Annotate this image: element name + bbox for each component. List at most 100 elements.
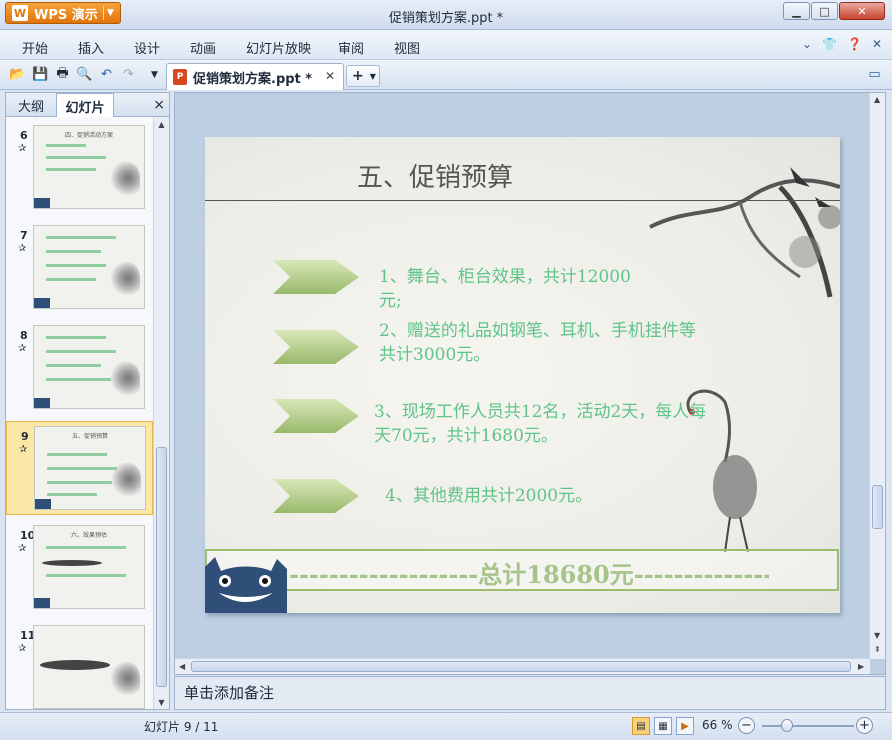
mascot-logo <box>34 298 50 308</box>
slide-thumbnail-9[interactable]: 9 ✰ 五、促销预算 <box>6 421 153 515</box>
help-icon[interactable]: ❓ <box>847 37 862 51</box>
print-icon[interactable]: 🖶 <box>54 66 71 83</box>
thumbnail-image <box>33 325 145 409</box>
zoom-slider-knob[interactable] <box>781 719 793 732</box>
zoom-slider-track[interactable] <box>762 725 854 727</box>
thumb-line <box>46 250 101 253</box>
thumbnail-list: 6 ✰ 四、促销活动方案 7 ✰ 8 ✰ 9 ✰ 五、促销预算 10 ✰ 六、效… <box>6 117 153 709</box>
close-button[interactable]: ✕ <box>839 2 885 20</box>
menu-review[interactable]: 审阅 <box>338 38 364 57</box>
scroll-down-icon[interactable]: ▼ <box>874 631 880 640</box>
total-box[interactable]: -------------------总计18680元-------------… <box>205 549 839 591</box>
scroll-left-icon[interactable]: ◀ <box>179 662 185 671</box>
horizontal-scrollbar[interactable]: ◀ ▶ <box>175 658 870 674</box>
thumbnail-image: 五、促销预算 <box>34 426 146 510</box>
close-doc-icon[interactable]: ✕ <box>872 37 882 51</box>
panel-tabs: 大纲 幻灯片 × <box>6 93 169 118</box>
panel-scrollbar[interactable]: ▲ ▼ <box>153 117 169 709</box>
close-icon[interactable]: × <box>153 97 165 113</box>
vertical-scrollbar[interactable]: ▲ ▼ ⇞ <box>869 93 885 659</box>
layout-toggle-icon[interactable]: ▭ <box>866 66 883 83</box>
thumb-line <box>46 364 101 367</box>
budget-item-2[interactable]: 2、赠送的礼品如钢笔、耳机、手机挂件等 共计3000元。 <box>379 319 696 367</box>
document-tab[interactable]: P 促销策划方案.ppt * ✕ <box>166 63 344 90</box>
ink-decoration <box>110 362 140 402</box>
slide-thumbnail-10[interactable]: 10 ✰ 六、效果预估 <box>6 521 153 615</box>
scroll-thumb[interactable] <box>872 485 883 529</box>
thumbnail-image <box>33 225 145 309</box>
open-folder-icon[interactable]: 📂 <box>9 66 26 83</box>
mascot-logo <box>34 598 50 608</box>
slide-thumbnail-11[interactable]: 11 ✰ <box>6 621 153 709</box>
menu-slideshow[interactable]: 幻灯片放映 <box>246 38 311 57</box>
bullet-arrow[interactable] <box>273 399 359 433</box>
scroll-thumb[interactable] <box>156 447 167 687</box>
slide-number: 9 <box>21 430 29 443</box>
slide-title[interactable]: 五、促销预算 <box>205 157 665 194</box>
scroll-up-icon[interactable]: ▲ <box>874 95 880 104</box>
zoom-level: 66 % <box>702 718 733 732</box>
prev-slide-icon[interactable]: ⇞ <box>874 645 881 654</box>
menu-home[interactable]: 开始 <box>22 38 48 57</box>
bullet-arrow[interactable] <box>273 479 359 513</box>
menu-insert[interactable]: 插入 <box>78 38 104 57</box>
normal-view-icon[interactable]: ▤ <box>632 717 650 735</box>
menu-animation[interactable]: 动画 <box>190 38 216 57</box>
chevron-down-icon[interactable]: ⌄ <box>802 37 812 51</box>
chevron-down-icon[interactable]: ▼ <box>370 72 376 81</box>
budget-item-3-line1: 3、现场工作人员共12名，活动2天，每人每 <box>374 402 707 422</box>
tab-slides[interactable]: 幻灯片 <box>56 93 114 118</box>
ink-stroke <box>40 660 110 670</box>
customize-chevron-icon[interactable]: ▼ <box>146 66 163 83</box>
budget-item-4[interactable]: 4、其他费用共计2000元。 <box>385 484 592 508</box>
thumb-line <box>46 156 106 159</box>
slide-canvas[interactable]: 五、促销预算 1、舞台、柜台效果，共计12000 元; 2、赠送的礼品如钢笔、耳… <box>205 137 840 613</box>
slide-thumbnail-8[interactable]: 8 ✰ <box>6 321 153 415</box>
slide-thumbnail-7[interactable]: 7 ✰ <box>6 221 153 315</box>
budget-item-3[interactable]: 3、现场工作人员共12名，活动2天，每人每 天70元，共计1680元。 <box>374 400 706 448</box>
minimize-button[interactable]: ▁ <box>783 2 810 20</box>
budget-item-1[interactable]: 1、舞台、柜台效果，共计12000 元; <box>379 265 631 313</box>
menu-view[interactable]: 视图 <box>394 38 420 57</box>
slide-sorter-icon[interactable]: ▦ <box>654 717 672 735</box>
print-preview-icon[interactable]: 🔍 <box>76 66 93 83</box>
bullet-arrow[interactable] <box>273 260 359 294</box>
zoom-in-icon[interactable]: + <box>856 717 873 734</box>
scroll-thumb[interactable] <box>191 661 851 672</box>
scroll-up-icon[interactable]: ▲ <box>154 117 169 131</box>
zoom-out-icon[interactable]: − <box>738 717 755 734</box>
thumb-line <box>46 278 96 281</box>
budget-item-1-line1: 1、舞台、柜台效果，共计12000 <box>379 267 631 287</box>
thumb-line <box>47 453 107 456</box>
save-icon[interactable]: 💾 <box>32 66 49 83</box>
scroll-right-icon[interactable]: ▶ <box>858 662 864 671</box>
thumb-line <box>46 378 111 381</box>
redo-icon[interactable]: ↷ <box>120 66 137 83</box>
new-tab-button[interactable]: + ▼ <box>346 65 380 87</box>
notes-placeholder: 单击添加备注 <box>184 684 275 702</box>
slide-thumbnail-6[interactable]: 6 ✰ 四、促销活动方案 <box>6 121 153 215</box>
skin-icon[interactable]: 👕 <box>822 37 837 51</box>
document-tab-label: 促销策划方案.ppt * <box>193 71 313 87</box>
notes-pane[interactable]: 单击添加备注 <box>174 676 886 710</box>
thumb-line <box>47 481 112 484</box>
status-bar: 幻灯片 9 / 11 ▤ ▦ ▶ 66 % − + <box>0 712 892 740</box>
animation-star-icon: ✰ <box>19 444 28 455</box>
maximize-button[interactable]: □ <box>811 2 838 20</box>
slideshow-play-icon[interactable]: ▶ <box>676 717 694 735</box>
animation-star-icon: ✰ <box>18 143 27 154</box>
title-divider <box>205 200 840 201</box>
window-title: 促销策划方案.ppt * <box>388 11 504 26</box>
thumb-line <box>46 144 86 147</box>
thumbnail-image: 四、促销活动方案 <box>33 125 145 209</box>
thumb-line <box>47 467 117 470</box>
animation-star-icon: ✰ <box>18 643 27 654</box>
undo-icon[interactable]: ↶ <box>98 66 115 83</box>
tab-outline[interactable]: 大纲 <box>8 93 54 117</box>
mascot-logo <box>35 499 51 509</box>
bullet-arrow[interactable] <box>273 330 359 364</box>
menu-design[interactable]: 设计 <box>134 38 160 57</box>
scroll-down-icon[interactable]: ▼ <box>154 695 169 709</box>
tab-close-icon[interactable]: ✕ <box>325 69 335 83</box>
mascot-logo <box>34 198 50 208</box>
